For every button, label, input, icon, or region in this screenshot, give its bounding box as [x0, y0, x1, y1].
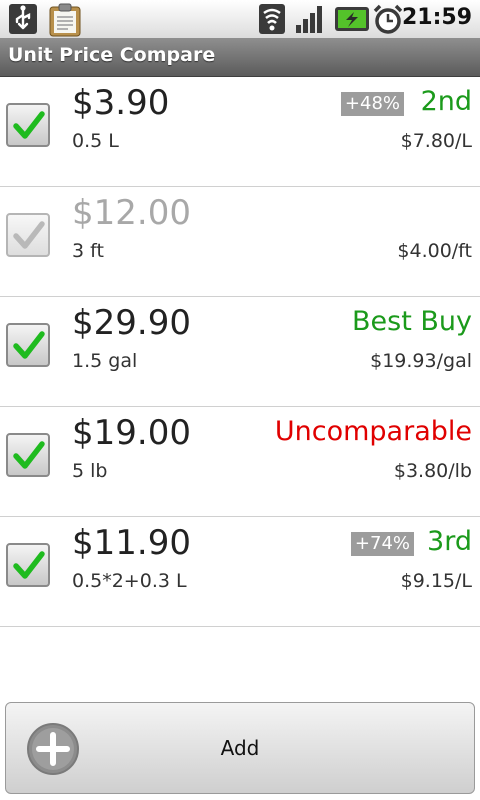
- item-price: $12.00: [72, 193, 191, 233]
- item-checkbox[interactable]: [6, 543, 50, 587]
- item-price: $19.00: [72, 413, 191, 453]
- add-button-label: Add: [220, 736, 260, 760]
- item-unit-price: $3.80/lb: [393, 460, 472, 482]
- item-unit-price: $7.80/L: [400, 130, 472, 152]
- screen: 21:59 Unit Price Compare $3.90 0.5 L +48…: [0, 0, 480, 800]
- checkmark-icon: [13, 111, 45, 139]
- checkmark-icon: [13, 441, 45, 469]
- item-checkbox[interactable]: [6, 433, 50, 477]
- item-checkbox[interactable]: [6, 323, 50, 367]
- item-list: $3.90 0.5 L +48% 2nd $7.80/L $12.00 3 ft…: [0, 77, 480, 627]
- usb-icon: [8, 3, 38, 39]
- checkmark-icon: [13, 221, 45, 249]
- item-rank: Best Buy: [352, 306, 472, 337]
- alarm-clock-icon: [372, 3, 404, 39]
- list-item[interactable]: $3.90 0.5 L +48% 2nd $7.80/L: [0, 77, 480, 187]
- status-bar: 21:59: [0, 0, 480, 39]
- app-title: Unit Price Compare: [8, 44, 216, 66]
- list-item[interactable]: $29.90 1.5 gal Best Buy $19.93/gal: [0, 297, 480, 407]
- add-button[interactable]: Add: [5, 702, 475, 794]
- list-item[interactable]: $11.90 0.5*2+0.3 L +74% 3rd $9.15/L: [0, 517, 480, 627]
- list-item[interactable]: $19.00 5 lb Uncomparable $3.80/lb: [0, 407, 480, 517]
- item-price: $11.90: [72, 523, 191, 563]
- battery-charging-icon: [334, 3, 370, 39]
- title-bar: Unit Price Compare: [0, 38, 480, 77]
- item-quantity: 3 ft: [72, 240, 104, 262]
- item-checkbox[interactable]: [6, 213, 50, 257]
- status-time: 21:59: [401, 5, 472, 30]
- item-unit-price: $19.93/gal: [370, 350, 472, 372]
- percent-badge: +48%: [340, 92, 404, 116]
- item-quantity: 0.5*2+0.3 L: [72, 570, 187, 592]
- checkmark-icon: [13, 331, 45, 359]
- item-quantity: 5 lb: [72, 460, 108, 482]
- item-quantity: 1.5 gal: [72, 350, 138, 372]
- item-rank: 2nd: [420, 86, 472, 117]
- percent-badge: +74%: [350, 532, 414, 556]
- item-unit-price: $9.15/L: [400, 570, 472, 592]
- item-quantity: 0.5 L: [72, 130, 119, 152]
- item-unit-price: $4.00/ft: [397, 240, 472, 262]
- item-rank: Uncomparable: [274, 416, 472, 447]
- wifi-icon: [258, 3, 286, 39]
- item-checkbox[interactable]: [6, 103, 50, 147]
- checkmark-icon: [13, 551, 45, 579]
- signal-icon: [294, 3, 328, 39]
- item-rank: 3rd: [427, 526, 472, 557]
- item-price: $29.90: [72, 303, 191, 343]
- clipboard-icon: [48, 3, 82, 41]
- item-price: $3.90: [72, 83, 170, 123]
- list-item[interactable]: $12.00 3 ft $4.00/ft: [0, 187, 480, 297]
